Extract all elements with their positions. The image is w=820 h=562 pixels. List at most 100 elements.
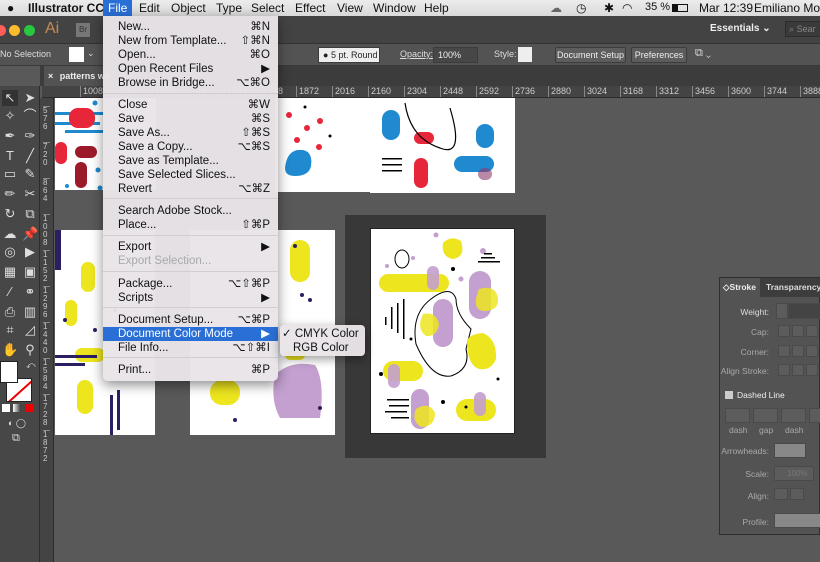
color-mode-icon[interactable] <box>2 404 10 412</box>
selection-tool-icon[interactable]: ↖ <box>2 90 18 106</box>
eyedropper-tool-icon[interactable]: ⁄ <box>2 284 18 300</box>
blend-tool-icon[interactable]: ⚭ <box>22 284 38 300</box>
search-stock-input[interactable]: ⌕ Sear <box>785 21 820 37</box>
file-menu-item-place[interactable]: Place... ⇧⌘P <box>103 218 278 232</box>
artboard-tool-icon[interactable]: ⌗ <box>2 322 18 338</box>
align-inside-button[interactable] <box>792 364 804 376</box>
round-cap-button[interactable] <box>792 325 804 337</box>
magic-wand-tool-icon[interactable]: ✧ <box>2 108 18 124</box>
close-tab-icon[interactable]: × <box>48 71 53 81</box>
file-menu-item-save-as-template[interactable]: Save as Template... <box>103 154 278 168</box>
brush-definition-dropdown[interactable]: ● 5 pt. Round <box>318 47 380 63</box>
mesh-tool-icon[interactable]: ▦ <box>2 264 18 280</box>
minimize-window-button[interactable] <box>9 25 20 36</box>
creative-cloud-icon[interactable]: ☁ <box>550 1 562 15</box>
fill-dropdown-chevron-icon[interactable]: ⌄ <box>87 48 95 59</box>
zoom-tool-icon[interactable]: ⚲ <box>22 342 38 358</box>
file-menu-item-document-color-mode[interactable]: Document Color Mode ▶ <box>103 327 278 341</box>
shape-builder-tool-icon[interactable]: ◎ <box>2 244 18 260</box>
gradient-mode-icon[interactable] <box>13 404 21 412</box>
miter-join-button[interactable] <box>778 345 790 357</box>
submenu-item-rgb[interactable]: RGB Color <box>293 341 349 355</box>
file-menu-item-file-info[interactable]: File Info... ⌥⇧⌘I <box>103 341 278 355</box>
menu-object[interactable]: Object <box>171 1 206 15</box>
time-machine-icon[interactable]: ◷ <box>576 1 586 15</box>
vertical-ruler[interactable]: 576 720 864 1008 1152 1296 1440 1584 1728 1872 <box>40 98 54 562</box>
menu-file[interactable]: File <box>103 0 133 16</box>
puppet-warp-tool-icon[interactable]: 📌 <box>22 226 38 242</box>
apple-icon[interactable]: ● <box>7 1 14 15</box>
file-menu-item-new[interactable]: New... ⌘N <box>103 20 278 34</box>
file-menu-item-save-selected-slices[interactable]: Save Selected Slices... <box>103 168 278 182</box>
file-menu-item-browse-in-bridge[interactable]: Browse in Bridge... ⌥⌘O <box>103 76 278 90</box>
file-menu-item-document-setup[interactable]: Document Setup... ⌥⌘P <box>103 313 278 327</box>
file-menu-item-scripts[interactable]: Scripts ▶ <box>103 291 278 305</box>
file-menu-item-save[interactable]: Save ⌘S <box>103 112 278 126</box>
line-tool-icon[interactable]: ╱ <box>22 148 38 164</box>
dash-input-1[interactable] <box>725 408 750 423</box>
file-menu-item-export[interactable]: Export ▶ <box>103 240 278 254</box>
submenu-item-cmyk[interactable]: ✓ CMYK Color <box>280 327 365 341</box>
scale-input[interactable]: 100% <box>774 466 814 481</box>
gradient-tool-icon[interactable]: ▣ <box>22 264 38 280</box>
slice-tool-icon[interactable]: ◿ <box>22 322 38 338</box>
swap-colors-icon[interactable]: ⤺ <box>26 360 36 371</box>
rotate-tool-icon[interactable]: ↻ <box>2 206 18 222</box>
warp-tool-icon[interactable]: ☁ <box>2 226 18 242</box>
weight-input[interactable] <box>788 303 820 319</box>
style-swatch[interactable] <box>518 47 532 62</box>
perspective-tool-icon[interactable]: ▶ <box>22 244 38 260</box>
file-menu-item-close[interactable]: Close ⌘W <box>103 98 278 112</box>
scissors-tool-icon[interactable]: ✂ <box>22 186 38 202</box>
menu-help[interactable]: Help <box>424 1 449 15</box>
fill-swatch[interactable] <box>0 361 18 383</box>
profile-dropdown[interactable] <box>774 513 820 528</box>
curvature-tool-icon[interactable]: ✑ <box>22 128 38 144</box>
lasso-tool-icon[interactable]: ⌒ <box>22 108 38 124</box>
graph-tool-icon[interactable]: ▥ <box>22 304 38 320</box>
bluetooth-icon[interactable]: ✱ <box>604 1 614 15</box>
file-menu-item-export-selection[interactable]: Export Selection... <box>103 254 278 268</box>
draw-mode-icon[interactable]: ◐ ◯ <box>8 418 26 429</box>
menu-view[interactable]: View <box>337 1 363 15</box>
arrow-extend-button[interactable] <box>774 488 788 500</box>
battery-icon[interactable] <box>672 4 688 12</box>
file-menu-item-revert[interactable]: Revert ⌥⌘Z <box>103 182 278 196</box>
opacity-label[interactable]: Opacity: <box>400 49 433 59</box>
menu-window[interactable]: Window <box>373 1 416 15</box>
file-menu-item-new-from-template[interactable]: New from Template... ⇧⌘N <box>103 34 278 48</box>
artboard-main[interactable] <box>370 228 515 434</box>
square-cap-button[interactable] <box>806 325 818 337</box>
close-window-button[interactable] <box>0 25 6 36</box>
arrange-documents-icon[interactable]: ⧉ ⌄ <box>695 47 711 60</box>
bridge-button[interactable]: Br <box>76 23 90 37</box>
maximize-window-button[interactable] <box>24 25 35 36</box>
file-menu-item-open[interactable]: Open... ⌘O <box>103 48 278 62</box>
pencil-tool-icon[interactable]: ✏ <box>2 186 18 202</box>
workspace-switcher[interactable]: Essentials ⌄ <box>710 23 771 34</box>
direct-selection-tool-icon[interactable]: ➤ <box>22 90 38 106</box>
clock[interactable]: Mar 12:39 <box>699 1 753 15</box>
bevel-join-button[interactable] <box>806 345 818 357</box>
screen-mode-icon[interactable]: ⧉ <box>12 432 20 445</box>
butt-cap-button[interactable] <box>778 325 790 337</box>
file-menu-item-search-adobe-stock[interactable]: Search Adobe Stock... <box>103 204 278 218</box>
opacity-input[interactable]: 100% <box>433 47 478 63</box>
app-menu[interactable]: Illustrator CC <box>28 1 104 15</box>
gap-input-2[interactable] <box>809 408 820 423</box>
pen-tool-icon[interactable]: ✒ <box>2 128 18 144</box>
menu-edit[interactable]: Edit <box>139 1 160 15</box>
file-menu-item-save-as[interactable]: Save As... ⇧⌘S <box>103 126 278 140</box>
document-setup-button[interactable]: Document Setup <box>555 47 626 63</box>
file-menu-item-package[interactable]: Package... ⌥⇧⌘P <box>103 277 278 291</box>
menu-type[interactable]: Type <box>216 1 242 15</box>
arrowhead-start-dropdown[interactable] <box>774 443 806 458</box>
tab-stroke[interactable]: ◇Stroke <box>720 278 760 297</box>
symbol-sprayer-tool-icon[interactable]: ⎙ <box>2 304 18 320</box>
type-tool-icon[interactable]: T <box>2 148 18 164</box>
none-mode-icon[interactable] <box>26 404 34 412</box>
align-outside-button[interactable] <box>806 364 818 376</box>
preferences-button[interactable]: Preferences <box>631 47 687 63</box>
menu-select[interactable]: Select <box>251 1 284 15</box>
round-join-button[interactable] <box>792 345 804 357</box>
